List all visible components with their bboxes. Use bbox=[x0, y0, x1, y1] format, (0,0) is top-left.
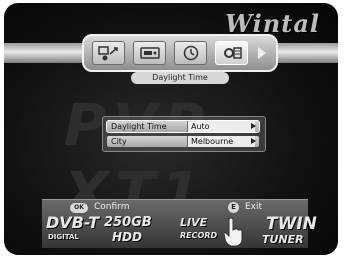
setting-row-daylight-time[interactable]: Daylight Time Auto bbox=[106, 120, 260, 133]
tv-screen: PVR-XT1 Wintal bbox=[4, 3, 338, 255]
right-arrow-icon[interactable] bbox=[258, 47, 266, 59]
setup-icon-graphic bbox=[97, 46, 118, 61]
main-menu-bar bbox=[82, 34, 278, 72]
tuner-logo: TUNER bbox=[262, 233, 304, 246]
confirm-label: Confirm bbox=[94, 202, 130, 212]
settings-icon[interactable] bbox=[215, 41, 248, 65]
recording-icon[interactable] bbox=[133, 41, 166, 65]
setup-icon[interactable] bbox=[92, 41, 125, 65]
setting-label: City bbox=[111, 137, 127, 146]
setting-value[interactable]: Melbourne bbox=[187, 136, 255, 147]
record-logo: RECORD bbox=[180, 231, 218, 240]
exit-label: Exit bbox=[245, 202, 263, 212]
setting-label: Daylight Time bbox=[111, 122, 167, 131]
hdd-logo: 250GB bbox=[104, 215, 152, 230]
exit-key-icon: E bbox=[228, 202, 239, 213]
live-logo: LIVE bbox=[180, 216, 208, 229]
twin-logo: TWIN bbox=[266, 214, 317, 234]
setting-value[interactable]: Auto bbox=[187, 121, 255, 132]
timer-icon[interactable] bbox=[174, 41, 207, 65]
right-arrow-icon[interactable] bbox=[251, 123, 256, 129]
right-arrow-icon[interactable] bbox=[251, 138, 256, 144]
setting-row-city[interactable]: City Melbourne bbox=[107, 136, 259, 147]
timer-icon-graphic bbox=[183, 45, 198, 61]
hand-pointer-icon bbox=[223, 217, 243, 247]
exit-hint[interactable]: E Exit bbox=[228, 201, 262, 214]
settings-icon-graphic bbox=[223, 47, 242, 59]
dvb-logo: DVB-T bbox=[46, 213, 100, 232]
dvb-logo-sub: DIGITAL bbox=[48, 233, 79, 241]
hdd-logo-sub: HDD bbox=[112, 230, 142, 244]
settings-panel: Daylight Time Auto City Melbourne bbox=[102, 116, 266, 152]
recording-icon-graphic bbox=[139, 47, 160, 59]
page-title: Daylight Time bbox=[131, 72, 229, 84]
ok-key-icon: OK bbox=[70, 202, 88, 213]
